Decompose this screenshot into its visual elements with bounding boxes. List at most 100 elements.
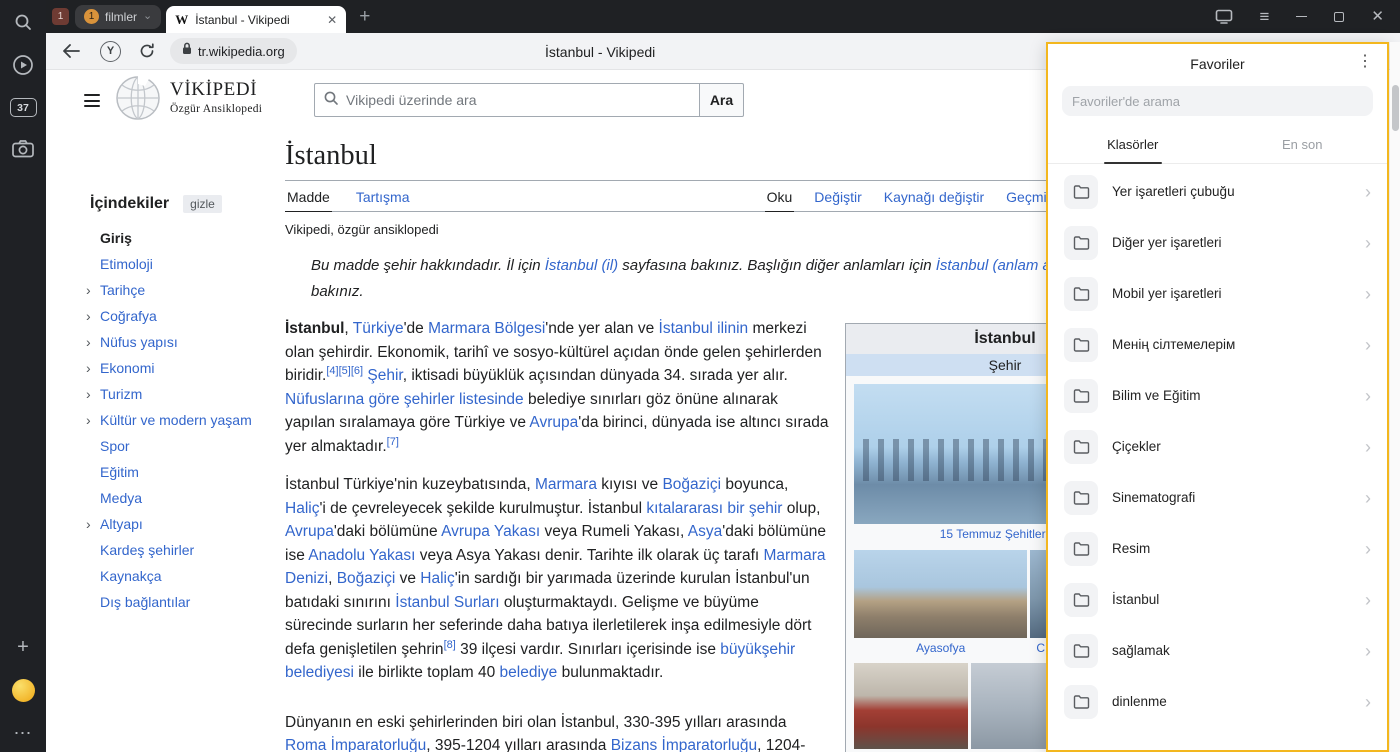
toc-item[interactable]: ›Tarihçe	[86, 277, 282, 303]
article-link[interactable]: Şehir	[367, 367, 402, 384]
favorites-folder-row[interactable]: dinlenme›	[1048, 676, 1387, 727]
toc-item[interactable]: Etimoloji	[86, 251, 282, 277]
toc-item-label[interactable]: Eğitim	[100, 464, 139, 480]
address-bar[interactable]: tr.wikipedia.org	[170, 38, 297, 64]
toc-expand-icon[interactable]: ›	[86, 309, 100, 323]
alice-icon[interactable]	[12, 679, 35, 702]
menu-icon[interactable]: ≡	[1260, 8, 1270, 25]
article-link[interactable]: İstanbul Surları	[395, 594, 499, 611]
article-link[interactable]: Nüfuslarına göre şehirler listesinde	[285, 391, 524, 408]
tab-recent[interactable]: En son	[1218, 126, 1388, 163]
wiki-search-input[interactable]	[346, 92, 691, 108]
reference-link[interactable]: [5]	[339, 365, 351, 377]
chevron-right-icon[interactable]: ›	[1365, 285, 1371, 303]
tab-count-badge[interactable]: 37	[10, 98, 37, 117]
article-link[interactable]: Türkiye	[353, 320, 404, 337]
favorites-folder-row[interactable]: Çiçekler›	[1048, 421, 1387, 472]
toc-item-label[interactable]: Ekonomi	[100, 360, 154, 376]
favorites-search[interactable]	[1062, 86, 1373, 116]
article-link[interactable]: Haliç	[420, 570, 454, 587]
toc-expand-icon[interactable]: ›	[86, 387, 100, 401]
chevron-right-icon[interactable]: ›	[1365, 336, 1371, 354]
reference-link[interactable]: [8]	[444, 638, 456, 650]
article-link[interactable]: Boğaziçi	[662, 476, 721, 493]
chevron-right-icon[interactable]: ›	[1365, 183, 1371, 201]
refresh-icon[interactable]	[139, 43, 155, 59]
favorites-folder-row[interactable]: Resim›	[1048, 523, 1387, 574]
article-link[interactable]: Haliç	[285, 500, 319, 517]
chevron-right-icon[interactable]: ›	[1365, 489, 1371, 507]
add-icon[interactable]: +	[17, 637, 29, 657]
toc-item[interactable]: Medya	[86, 485, 282, 511]
favorites-folder-row[interactable]: Mobil yer işaretleri›	[1048, 268, 1387, 319]
toc-expand-icon[interactable]: ›	[86, 413, 100, 427]
yandex-icon[interactable]: Y	[100, 41, 121, 62]
toc-item[interactable]: Kardeş şehirler	[86, 537, 282, 563]
toc-hide-button[interactable]: gizle	[183, 195, 222, 213]
article-link[interactable]: Boğaziçi	[337, 570, 396, 587]
toc-item[interactable]: ›Ekonomi	[86, 355, 282, 381]
article-link[interactable]: Avrupa	[285, 523, 334, 540]
favorites-folder-row[interactable]: Менің сілтемелерім›	[1048, 319, 1387, 370]
toc-item-label[interactable]: Giriş	[100, 230, 132, 246]
article-link[interactable]: Avrupa Yakası	[441, 523, 540, 540]
tab-read[interactable]: Oku	[765, 183, 795, 212]
infobox-caption-ayasofya[interactable]: Ayasofya	[854, 638, 1027, 655]
article-link[interactable]: İstanbul ilinin	[659, 320, 749, 337]
toc-item-label[interactable]: Kaynakça	[100, 568, 161, 584]
toc-item-label[interactable]: Altyapı	[100, 516, 143, 532]
infobox-image-ayasofya[interactable]	[854, 550, 1027, 638]
wiki-search-box[interactable]	[314, 83, 700, 117]
favorites-search-input[interactable]	[1072, 94, 1363, 109]
tab-edit[interactable]: Değiştir	[812, 183, 863, 211]
tab-talk[interactable]: Tartışma	[354, 183, 412, 211]
close-window-icon[interactable]: ✕	[1371, 9, 1384, 24]
chevron-right-icon[interactable]: ›	[1365, 693, 1371, 711]
article-link[interactable]: belediye	[500, 664, 558, 681]
tab-folders[interactable]: Klasörler	[1048, 126, 1218, 163]
scrollbar[interactable]	[1390, 42, 1400, 752]
favorites-folder-row[interactable]: Sinematografi›	[1048, 472, 1387, 523]
video-play-icon[interactable]	[12, 54, 34, 76]
toc-item[interactable]: ›Kültür ve modern yaşam	[86, 407, 282, 433]
close-tab-icon[interactable]: ✕	[327, 14, 337, 26]
reference-link[interactable]: [7]	[387, 435, 399, 447]
article-link[interactable]: Anadolu Yakası	[308, 547, 415, 564]
omnibox-page-title[interactable]: İstanbul - Vikipedi	[545, 33, 655, 70]
article-link[interactable]: Avrupa	[529, 414, 578, 431]
hamburger-menu-icon[interactable]	[84, 94, 100, 107]
favorites-folder-row[interactable]: sağlamak›	[1048, 625, 1387, 676]
more-options-icon[interactable]: ⋯	[14, 724, 33, 742]
toc-item[interactable]: Kaynakça	[86, 563, 282, 589]
search-icon[interactable]	[13, 12, 33, 32]
toc-item[interactable]: ›Coğrafya	[86, 303, 282, 329]
tab-group-chip[interactable]: 1 filmler ⌄	[75, 5, 161, 29]
reference-link[interactable]: [4]	[326, 365, 338, 377]
toc-expand-icon[interactable]: ›	[86, 283, 100, 297]
favorites-folder-row[interactable]: Yer işaretleri çubuğu›	[1048, 166, 1387, 217]
toc-item[interactable]: Giriş	[86, 225, 282, 251]
article-link[interactable]: Marmara Bölgesi	[428, 320, 545, 337]
minimize-icon[interactable]	[1296, 16, 1307, 17]
article-link[interactable]: İstanbul (il)	[545, 257, 618, 274]
active-tab[interactable]: W İstanbul - Vikipedi ✕	[166, 6, 346, 33]
tab-edit-source[interactable]: Kaynağı değiştir	[882, 183, 986, 211]
reference-link[interactable]: [6]	[351, 365, 363, 377]
toc-item[interactable]: Dış bağlantılar	[86, 589, 282, 615]
tab-group-count-badge[interactable]: 1	[52, 8, 69, 25]
screenshot-camera-icon[interactable]	[12, 139, 34, 158]
toc-expand-icon[interactable]: ›	[86, 361, 100, 375]
article-link[interactable]: kıtalararası bir şehir	[646, 500, 782, 517]
toc-item-label[interactable]: Etimoloji	[100, 256, 153, 272]
toc-item[interactable]: ›Nüfus yapısı	[86, 329, 282, 355]
chevron-right-icon[interactable]: ›	[1365, 438, 1371, 456]
article-link[interactable]: Roma İmparatorluğu	[285, 737, 426, 752]
favorites-folder-row[interactable]: Bilim ve Eğitim›	[1048, 370, 1387, 421]
toc-item-label[interactable]: Tarihçe	[100, 282, 145, 298]
toc-item-label[interactable]: Turizm	[100, 386, 142, 402]
wiki-search-button[interactable]: Ara	[700, 83, 744, 117]
infobox-image-tram[interactable]	[854, 663, 968, 749]
toc-item-label[interactable]: Kardeş şehirler	[100, 542, 194, 558]
chevron-right-icon[interactable]: ›	[1365, 387, 1371, 405]
chevron-right-icon[interactable]: ›	[1365, 591, 1371, 609]
